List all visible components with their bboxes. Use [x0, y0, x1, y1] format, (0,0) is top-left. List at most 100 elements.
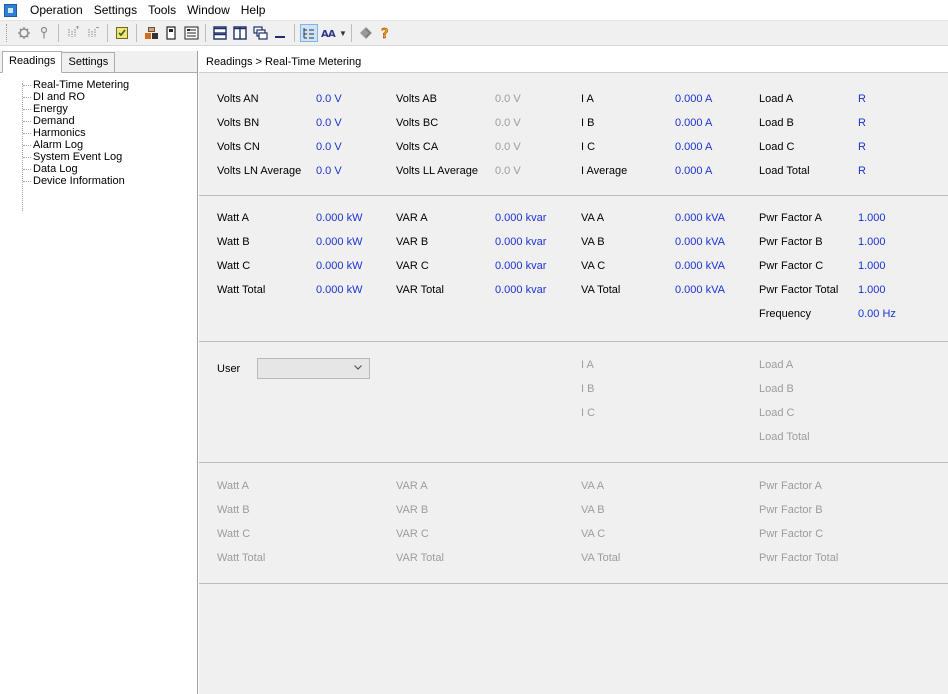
- current-b-label: I B: [581, 117, 595, 129]
- volts-bc-value: 0.0 V: [495, 117, 521, 129]
- shape-icon[interactable]: [357, 24, 375, 42]
- tile-vertical-icon[interactable]: [231, 24, 249, 42]
- va-c-value: 0.000 kVA: [675, 260, 725, 272]
- current-a-value: 0.000 A: [675, 93, 713, 105]
- watt-a-label: Watt A: [217, 212, 249, 224]
- volts-ln-average-value: 0.0 V: [316, 165, 342, 177]
- register-icon[interactable]: [182, 24, 200, 42]
- volts-ab-label: Volts AB: [396, 93, 437, 105]
- user-power-factor-total-label: Pwr Factor Total: [759, 552, 839, 564]
- tree-item-di-and-ro[interactable]: DI and RO: [14, 91, 197, 103]
- user-current-a-label: I A: [581, 359, 594, 371]
- user-watt-a-label: Watt A: [217, 480, 249, 492]
- add-device-icon[interactable]: [64, 24, 82, 42]
- svg-text:A: A: [328, 29, 336, 40]
- meter-icon[interactable]: [162, 24, 180, 42]
- volts-an-label: Volts AN: [217, 93, 259, 105]
- load-b-value: R: [858, 117, 866, 129]
- var-b-value: 0.000 kvar: [495, 236, 547, 248]
- power-factor-b-label: Pwr Factor B: [759, 236, 823, 248]
- volts-bn-value: 0.0 V: [316, 117, 342, 129]
- tab-readings[interactable]: Readings: [2, 51, 63, 73]
- va-a-value: 0.000 kVA: [675, 212, 725, 224]
- volts-cn-value: 0.0 V: [316, 141, 342, 153]
- load-total-label: Load Total: [759, 165, 810, 177]
- font-size-dropdown-icon[interactable]: ▼: [339, 29, 347, 38]
- var-c-value: 0.000 kvar: [495, 260, 547, 272]
- user-current-c-label: I C: [581, 407, 596, 419]
- current-average-value: 0.000 A: [675, 165, 713, 177]
- load-total-value: R: [858, 165, 866, 177]
- volts-cn-label: Volts CN: [217, 141, 260, 153]
- chevron-down-icon: [353, 362, 363, 375]
- toolbar-separator: [205, 24, 206, 42]
- panel-tabs: Readings Settings: [0, 51, 197, 73]
- toolbar-grip[interactable]: [6, 24, 9, 42]
- user-va-a-label: VA A: [581, 480, 605, 492]
- tree-item-alarm-log[interactable]: Alarm Log: [14, 139, 197, 151]
- va-b-label: VA B: [581, 236, 605, 248]
- tree-view-icon[interactable]: [300, 24, 318, 42]
- user-current-b-label: I B: [581, 383, 595, 395]
- probe-icon[interactable]: [35, 24, 53, 42]
- va-total-label: VA Total: [581, 284, 621, 296]
- tree-item-demand[interactable]: Demand: [14, 115, 197, 127]
- font-size-icon[interactable]: AA: [320, 24, 338, 42]
- user-power-factor-a-label: Pwr Factor A: [759, 480, 822, 492]
- user-load-a-label: Load A: [759, 359, 794, 371]
- checklist-icon[interactable]: [113, 24, 131, 42]
- volts-ab-value: 0.0 V: [495, 93, 521, 105]
- user-watt-b-label: Watt B: [217, 504, 250, 516]
- user-load-b-label: Load B: [759, 383, 794, 395]
- load-c-value: R: [858, 141, 866, 153]
- remove-device-icon[interactable]: [84, 24, 102, 42]
- volts-ll-average-label: Volts LL Average: [396, 165, 478, 177]
- var-a-value: 0.000 kvar: [495, 212, 547, 224]
- var-b-label: VAR B: [396, 236, 429, 248]
- menu-window[interactable]: Window: [183, 3, 234, 17]
- user-watt-c-label: Watt C: [217, 528, 251, 540]
- toolbar-separator: [107, 24, 108, 42]
- tree-item-energy[interactable]: Energy: [14, 103, 197, 115]
- user-load-total-label: Load Total: [759, 431, 810, 443]
- tree-item-data-log[interactable]: Data Log: [14, 163, 197, 175]
- var-c-label: VAR C: [396, 260, 429, 272]
- watt-c-value: 0.000 kW: [316, 260, 363, 272]
- menu-operation[interactable]: Operation: [26, 3, 87, 17]
- load-c-label: Load C: [759, 141, 795, 153]
- minimize-all-icon[interactable]: [271, 24, 289, 42]
- devices-icon[interactable]: [142, 24, 160, 42]
- va-a-label: VA A: [581, 212, 605, 224]
- volts-an-value: 0.0 V: [316, 93, 342, 105]
- tab-settings[interactable]: Settings: [61, 52, 116, 72]
- toolbar-separator: [294, 24, 295, 42]
- frequency-label: Frequency: [759, 308, 811, 320]
- tile-horizontal-icon[interactable]: [211, 24, 229, 42]
- current-c-label: I C: [581, 141, 596, 153]
- menu-settings[interactable]: Settings: [90, 3, 141, 17]
- va-total-value: 0.000 kVA: [675, 284, 725, 296]
- navigation-panel: Readings Settings Real-Time Metering DI …: [0, 51, 198, 694]
- current-c-value: 0.000 A: [675, 141, 713, 153]
- user-select[interactable]: [257, 358, 370, 379]
- va-b-value: 0.000 kVA: [675, 236, 725, 248]
- watt-total-value: 0.000 kW: [316, 284, 363, 296]
- current-average-label: I Average: [581, 165, 628, 177]
- tree-item-real-time-metering[interactable]: Real-Time Metering: [14, 79, 197, 91]
- user-va-b-label: VA B: [581, 504, 605, 516]
- toolbar-separator: [351, 24, 352, 42]
- tree-item-harmonics[interactable]: Harmonics: [14, 127, 197, 139]
- readings-tree: Real-Time Metering DI and RO Energy Dema…: [0, 73, 197, 211]
- var-total-value: 0.000 kvar: [495, 284, 547, 296]
- tree-item-device-information[interactable]: Device Information: [14, 175, 197, 187]
- menu-help[interactable]: Help: [237, 3, 270, 17]
- watt-b-value: 0.000 kW: [316, 236, 363, 248]
- tree-item-system-event-log[interactable]: System Event Log: [14, 151, 197, 163]
- menu-tools[interactable]: Tools: [144, 3, 180, 17]
- toolbar: AA ▼ ?: [0, 20, 948, 46]
- help-icon[interactable]: ?: [377, 24, 395, 42]
- user-watt-total-label: Watt Total: [217, 552, 266, 564]
- cascade-icon[interactable]: [251, 24, 269, 42]
- breadcrumb: Readings > Real-Time Metering: [199, 51, 948, 73]
- connect-icon[interactable]: [15, 24, 33, 42]
